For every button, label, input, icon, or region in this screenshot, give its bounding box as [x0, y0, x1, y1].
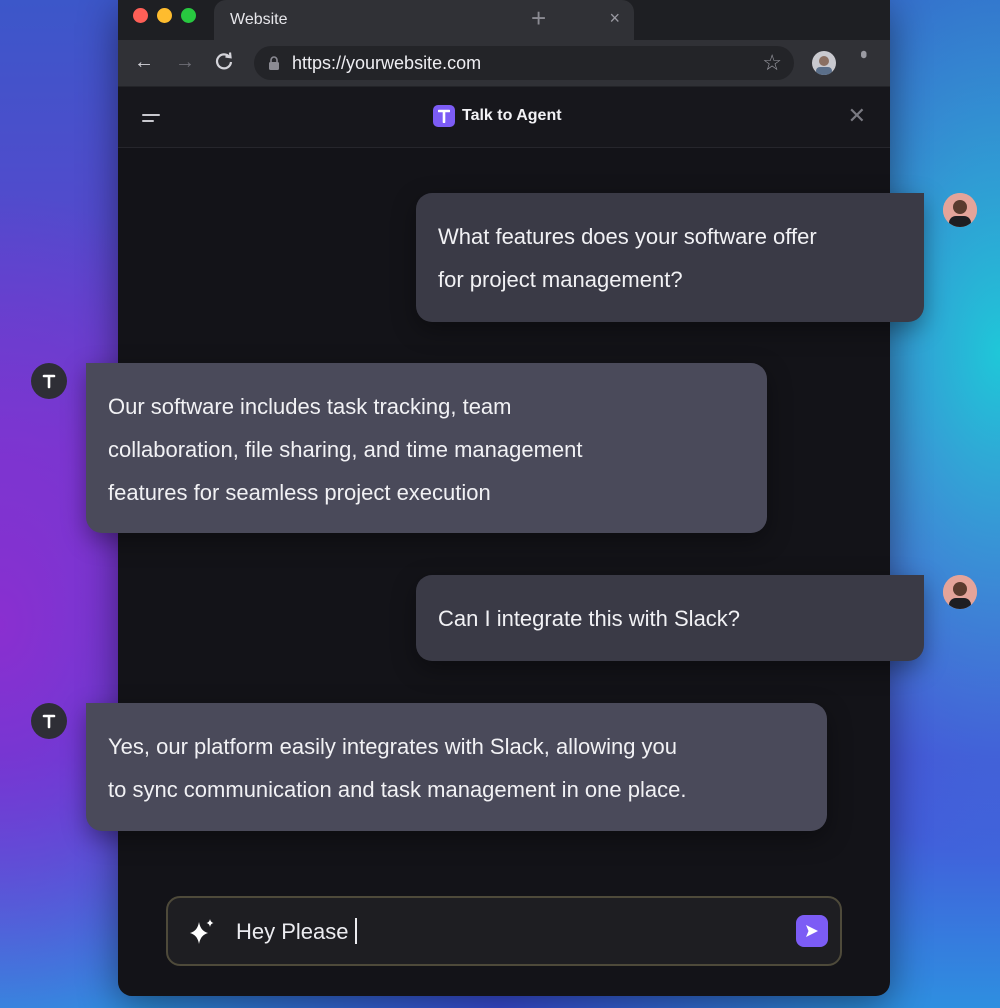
- user-message: What features does your software offer f…: [416, 193, 924, 322]
- agent-avatar: [31, 363, 67, 399]
- send-button[interactable]: [796, 915, 828, 947]
- url-text: https://yourwebsite.com: [292, 53, 482, 73]
- chat-title: Talk to Agent: [462, 107, 562, 124]
- tab-website[interactable]: Website ×: [214, 0, 634, 40]
- back-icon[interactable]: ←: [134, 51, 154, 73]
- message-line: features for seamless project execution: [108, 480, 491, 505]
- address-bar[interactable]: https://yourwebsite.com ☆: [254, 46, 794, 80]
- message-line: Can I integrate this with Slack?: [438, 606, 741, 631]
- close-window-button[interactable]: [133, 8, 148, 23]
- new-tab-icon[interactable]: +: [531, 5, 546, 31]
- sparkle-icon: [186, 916, 218, 953]
- message-line: Our software includes task tracking, tea…: [108, 394, 512, 419]
- message-line: to sync communication and task managemen…: [108, 777, 687, 802]
- message-input-value: Hey Please: [236, 919, 349, 944]
- user-avatar: [943, 575, 977, 609]
- message-line: Yes, our platform easily integrates with…: [108, 734, 678, 759]
- lock-icon: [268, 56, 280, 75]
- send-icon: [806, 925, 818, 937]
- chat-close-icon[interactable]: ✕: [848, 103, 866, 129]
- browser-toolbar: ← → https://yourwebsite.com ☆: [118, 40, 890, 87]
- message-line: What features does your software offer: [438, 224, 817, 249]
- chat-input-box[interactable]: Hey Please: [166, 896, 842, 966]
- agent-logo-icon: [433, 105, 455, 127]
- maximize-window-button[interactable]: [181, 8, 196, 23]
- agent-avatar: [31, 703, 67, 739]
- minimize-window-button[interactable]: [157, 8, 172, 23]
- window-controls: [133, 8, 196, 23]
- profile-avatar[interactable]: [812, 51, 836, 75]
- forward-icon[interactable]: →: [175, 51, 195, 73]
- agent-message: Yes, our platform easily integrates with…: [86, 703, 827, 831]
- message-line: collaboration, file sharing, and time ma…: [108, 437, 583, 462]
- browser-menu-icon[interactable]: •••: [852, 50, 874, 53]
- chat-header: Talk to Agent ✕: [118, 87, 890, 148]
- hamburger-menu-icon[interactable]: [142, 111, 160, 129]
- tab-title: Website: [230, 11, 288, 28]
- agent-message: Our software includes task tracking, tea…: [86, 363, 767, 533]
- tab-close-icon[interactable]: ×: [609, 9, 620, 27]
- text-caret: [354, 918, 357, 944]
- tab-bar: Website × +: [118, 0, 890, 40]
- message-line: for project management?: [438, 267, 683, 292]
- reload-icon[interactable]: [214, 51, 234, 76]
- user-avatar: [943, 193, 977, 227]
- message-input[interactable]: Hey Please: [236, 918, 357, 945]
- user-message: Can I integrate this with Slack?: [416, 575, 924, 661]
- chat-title-group: Talk to Agent: [433, 105, 562, 127]
- bookmark-star-icon[interactable]: ☆: [762, 50, 782, 76]
